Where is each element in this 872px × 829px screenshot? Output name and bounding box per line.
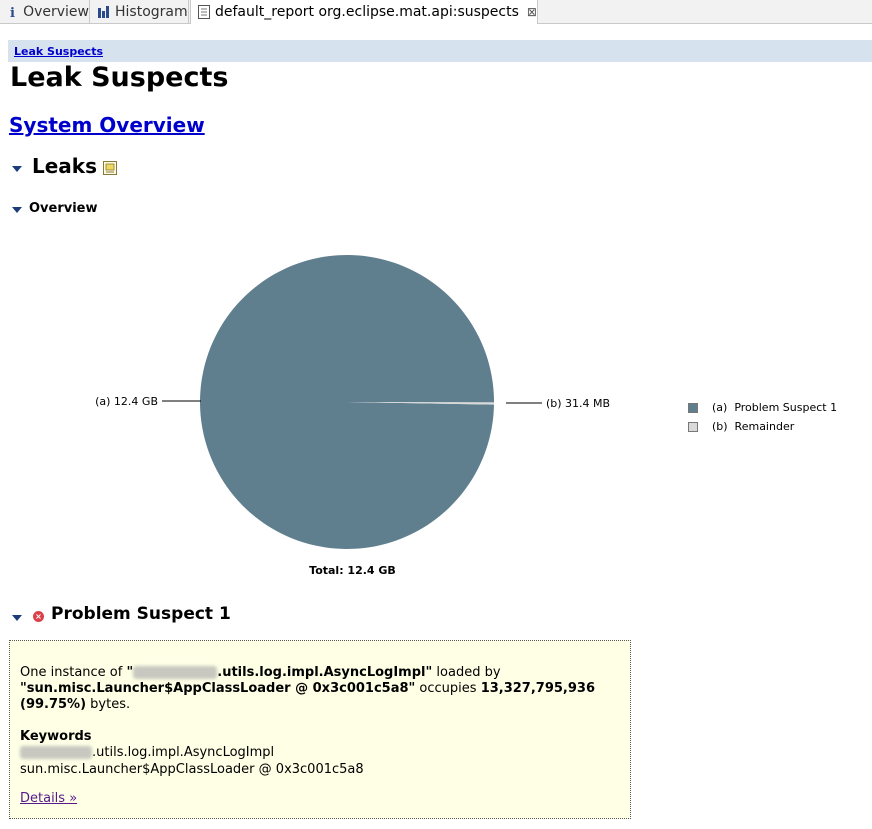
suspect-description: One instance of " .utils.log.impl.AsyncLo… <box>20 665 620 713</box>
breadcrumb: Leak Suspects <box>8 40 872 62</box>
chart-legend: (a) Problem Suspect 1 (b) Remainder <box>688 398 837 436</box>
tab-label: Histogram <box>115 3 188 20</box>
leak-pie-chart: (a) 12.4 GB (b) 31.4 MB <box>95 254 610 549</box>
legend-label-a: (a) Problem Suspect 1 <box>712 401 838 414</box>
collapse-leaks-icon[interactable] <box>12 166 22 172</box>
redacted-package <box>133 666 218 679</box>
leaks-heading: Leaks <box>32 154 98 178</box>
tab-label: Overview <box>23 3 89 20</box>
chart-total-label: Total: 12.4 GB <box>309 564 396 577</box>
close-tab-icon[interactable]: ⊠ <box>527 5 537 19</box>
pie-label-a: (a) 12.4 GB <box>95 395 158 408</box>
desc-text: loaded by <box>432 665 501 680</box>
desc-class-name: .utils.log.impl.AsyncLogImpl" <box>217 665 433 680</box>
keyword-loader: sun.misc.Launcher$AppClassLoader @ 0x3c0… <box>20 762 364 777</box>
tab-default-report[interactable]: default_report org.eclipse.mat.api:suspe… <box>190 0 538 24</box>
system-overview-link[interactable]: System Overview <box>9 113 205 137</box>
overview-heading: Overview <box>29 201 98 216</box>
report-icon <box>197 5 211 19</box>
details-toggle-icon[interactable] <box>103 160 117 175</box>
legend-swatch-a <box>688 402 698 413</box>
desc-loader: "sun.misc.Launcher$AppClassLoader @ 0x3c… <box>20 681 416 696</box>
page-title: Leak Suspects <box>10 62 229 93</box>
legend-swatch-b <box>688 421 698 432</box>
tab-overview[interactable]: i Overview <box>0 0 90 23</box>
pie-label-b: (b) 31.4 MB <box>546 397 610 410</box>
collapse-overview-icon[interactable] <box>12 207 22 213</box>
info-icon: i <box>6 5 19 19</box>
desc-text: One instance of <box>20 665 127 680</box>
error-icon: × <box>33 611 44 622</box>
desc-text: bytes. <box>86 697 131 712</box>
keywords-heading: Keywords <box>20 729 92 744</box>
keyword-class: .utils.log.impl.AsyncLogImpl <box>20 745 274 760</box>
redacted-package <box>20 746 92 759</box>
desc-bytes: 13,327,795,936 <box>480 681 596 696</box>
legend-item-b: (b) Remainder <box>688 417 837 436</box>
problem-suspect-title: Problem Suspect 1 <box>51 604 231 624</box>
desc-text: occupies <box>415 681 481 696</box>
problem-suspect-box: One instance of " .utils.log.impl.AsyncLo… <box>9 640 631 819</box>
editor-tab-bar: i Overview Histogram default_report org.… <box>0 0 872 24</box>
desc-percent: (99.75%) <box>20 697 87 712</box>
legend-item-a: (a) Problem Suspect 1 <box>688 398 837 417</box>
details-link[interactable]: Details » <box>20 791 77 806</box>
breadcrumb-leak-suspects-link[interactable]: Leak Suspects <box>14 45 103 58</box>
tab-histogram[interactable]: Histogram <box>91 0 189 23</box>
pie-slice-problem-suspect <box>199 254 494 549</box>
collapse-problem-suspect-icon[interactable] <box>12 615 22 621</box>
tab-label: default_report org.eclipse.mat.api:suspe… <box>215 4 519 20</box>
keyword-class-text: .utils.log.impl.AsyncLogImpl <box>92 745 275 760</box>
svg-text:i: i <box>10 6 15 19</box>
desc-class-quote: " <box>126 665 134 680</box>
histogram-icon <box>97 5 111 19</box>
legend-label-b: (b) Remainder <box>712 420 795 433</box>
